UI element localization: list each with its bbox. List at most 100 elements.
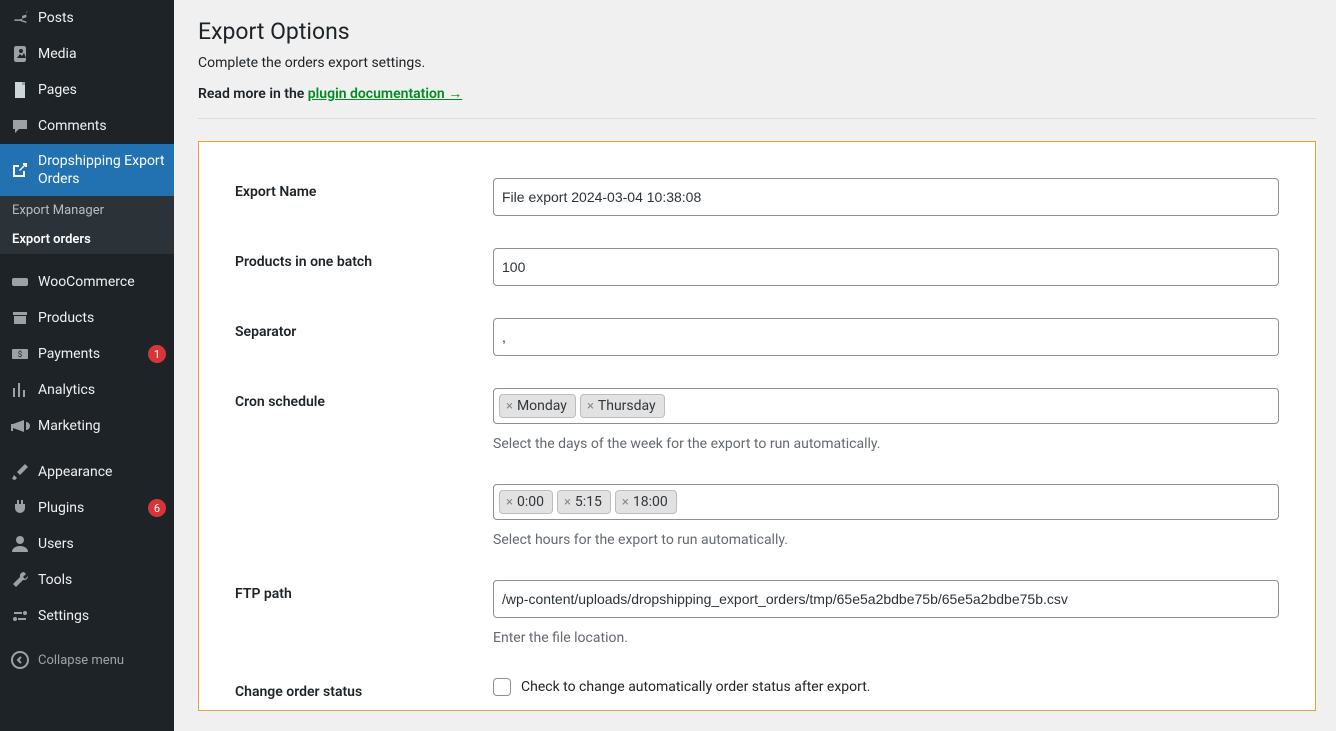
row-batch: Products in one batch xyxy=(235,248,1279,286)
token-hour: × 18:00 xyxy=(615,490,677,514)
token-label: 5:15 xyxy=(575,494,602,510)
sidebar-label: Users xyxy=(38,535,166,553)
change-status-checkbox[interactable] xyxy=(493,678,511,696)
form-panel: Export Name Products in one batch Separa… xyxy=(198,141,1316,711)
label-ftp: FTP path xyxy=(235,580,493,602)
sidebar-item-payments[interactable]: $ Payments 1 xyxy=(0,336,174,372)
sidebar-item-woocommerce[interactable]: WooCommerce xyxy=(0,264,174,300)
sidebar-item-posts[interactable]: Posts xyxy=(0,0,174,36)
sidebar-item-users[interactable]: Users xyxy=(0,526,174,562)
cron-hours-help: Select hours for the export to run autom… xyxy=(493,532,1279,548)
row-status: Change order status Check to change auto… xyxy=(235,678,1279,700)
badge-count: 1 xyxy=(148,345,166,363)
token-hour: × 0:00 xyxy=(499,490,553,514)
cron-days-select[interactable]: × Monday × Thursday xyxy=(493,388,1279,424)
remove-token-icon[interactable]: × xyxy=(506,495,513,510)
sidebar-label: Pages xyxy=(38,81,166,99)
sidebar-label: Appearance xyxy=(38,463,166,481)
divider xyxy=(198,118,1316,119)
ftp-path-input[interactable] xyxy=(493,580,1279,618)
analytics-icon xyxy=(10,380,30,400)
sidebar-subitem-export-orders[interactable]: Export orders xyxy=(0,225,174,254)
user-icon xyxy=(10,534,30,554)
badge-count: 6 xyxy=(148,499,166,517)
row-cron-days: Cron schedule × Monday × Thursday Select t… xyxy=(235,388,1279,452)
collapse-label: Collapse menu xyxy=(38,653,124,668)
row-export-name: Export Name xyxy=(235,178,1279,216)
row-cron-hours: × 0:00 × 5:15 × 18:00 Select hours for the … xyxy=(235,484,1279,548)
sidebar-item-dropshipping[interactable]: Dropshipping Export Orders xyxy=(0,144,174,196)
collapse-icon xyxy=(10,650,30,670)
token-label: 18:00 xyxy=(633,494,668,510)
sidebar-label: Posts xyxy=(38,9,166,27)
read-more-prefix: Read more in the xyxy=(198,86,308,102)
separator-input[interactable] xyxy=(493,318,1279,356)
token-label: Thursday xyxy=(598,398,656,414)
row-separator: Separator xyxy=(235,318,1279,356)
cron-hours-select[interactable]: × 0:00 × 5:15 × 18:00 xyxy=(493,484,1279,520)
page-title: Export Options xyxy=(198,18,1316,45)
settings-icon xyxy=(10,606,30,626)
main-content: Export Options Complete the orders expor… xyxy=(174,0,1336,731)
token-thursday: × Thursday xyxy=(580,394,665,418)
collapse-menu[interactable]: Collapse menu xyxy=(0,642,174,678)
token-monday: × Monday xyxy=(499,394,576,418)
token-label: Monday xyxy=(517,398,567,414)
sidebar-item-tools[interactable]: Tools xyxy=(0,562,174,598)
sidebar-label: Products xyxy=(38,309,166,327)
ftp-help: Enter the file location. xyxy=(493,630,1279,646)
sidebar-label: Dropshipping Export Orders xyxy=(38,152,166,188)
label-separator: Separator xyxy=(235,318,493,340)
sidebar-label: Comments xyxy=(38,117,166,135)
sidebar-item-settings[interactable]: Settings xyxy=(0,598,174,634)
read-more: Read more in the plugin documentation → xyxy=(198,85,1316,102)
sidebar-label: Analytics xyxy=(38,381,166,399)
batch-input[interactable] xyxy=(493,248,1279,286)
sidebar-label: Media xyxy=(38,45,166,63)
page-icon xyxy=(10,80,30,100)
sidebar-item-plugins[interactable]: Plugins 6 xyxy=(0,490,174,526)
sidebar-label: Settings xyxy=(38,607,166,625)
label-cron: Cron schedule xyxy=(235,388,493,410)
sidebar-item-analytics[interactable]: Analytics xyxy=(0,372,174,408)
sidebar-item-marketing[interactable]: Marketing xyxy=(0,408,174,444)
row-ftp: FTP path Enter the file location. xyxy=(235,580,1279,646)
export-name-input[interactable] xyxy=(493,178,1279,216)
remove-token-icon[interactable]: × xyxy=(587,399,594,414)
sidebar-item-comments[interactable]: Comments xyxy=(0,108,174,144)
archive-icon xyxy=(10,308,30,328)
remove-token-icon[interactable]: × xyxy=(622,495,629,510)
cron-days-help: Select the days of the week for the expo… xyxy=(493,436,1279,452)
payments-icon: $ xyxy=(10,344,30,364)
admin-sidebar: Posts Media Pages Comments Dropshipping … xyxy=(0,0,174,731)
sidebar-label: Payments xyxy=(38,345,142,363)
megaphone-icon xyxy=(10,416,30,436)
remove-token-icon[interactable]: × xyxy=(564,495,571,510)
sidebar-item-media[interactable]: Media xyxy=(0,36,174,72)
comment-icon xyxy=(10,116,30,136)
sidebar-label: Plugins xyxy=(38,499,142,517)
change-status-label: Check to change automatically order stat… xyxy=(521,679,871,695)
svg-text:$: $ xyxy=(18,350,23,359)
plugin-icon xyxy=(10,498,30,518)
brush-icon xyxy=(10,462,30,482)
documentation-link[interactable]: plugin documentation → xyxy=(308,86,462,102)
sidebar-item-pages[interactable]: Pages xyxy=(0,72,174,108)
label-batch: Products in one batch xyxy=(235,248,493,270)
sidebar-item-products[interactable]: Products xyxy=(0,300,174,336)
label-empty xyxy=(235,484,493,490)
sidebar-subitem-export-manager[interactable]: Export Manager xyxy=(0,196,174,225)
sidebar-label: Tools xyxy=(38,571,166,589)
wrench-icon xyxy=(10,570,30,590)
label-status: Change order status xyxy=(235,678,493,700)
media-icon xyxy=(10,44,30,64)
sidebar-item-appearance[interactable]: Appearance xyxy=(0,454,174,490)
label-export-name: Export Name xyxy=(235,178,493,200)
token-label: 0:00 xyxy=(517,494,544,510)
token-hour: × 5:15 xyxy=(557,490,611,514)
sidebar-label: Marketing xyxy=(38,417,166,435)
sidebar-label: WooCommerce xyxy=(38,273,166,291)
woo-icon xyxy=(10,272,30,292)
pin-icon xyxy=(10,8,30,28)
remove-token-icon[interactable]: × xyxy=(506,399,513,414)
